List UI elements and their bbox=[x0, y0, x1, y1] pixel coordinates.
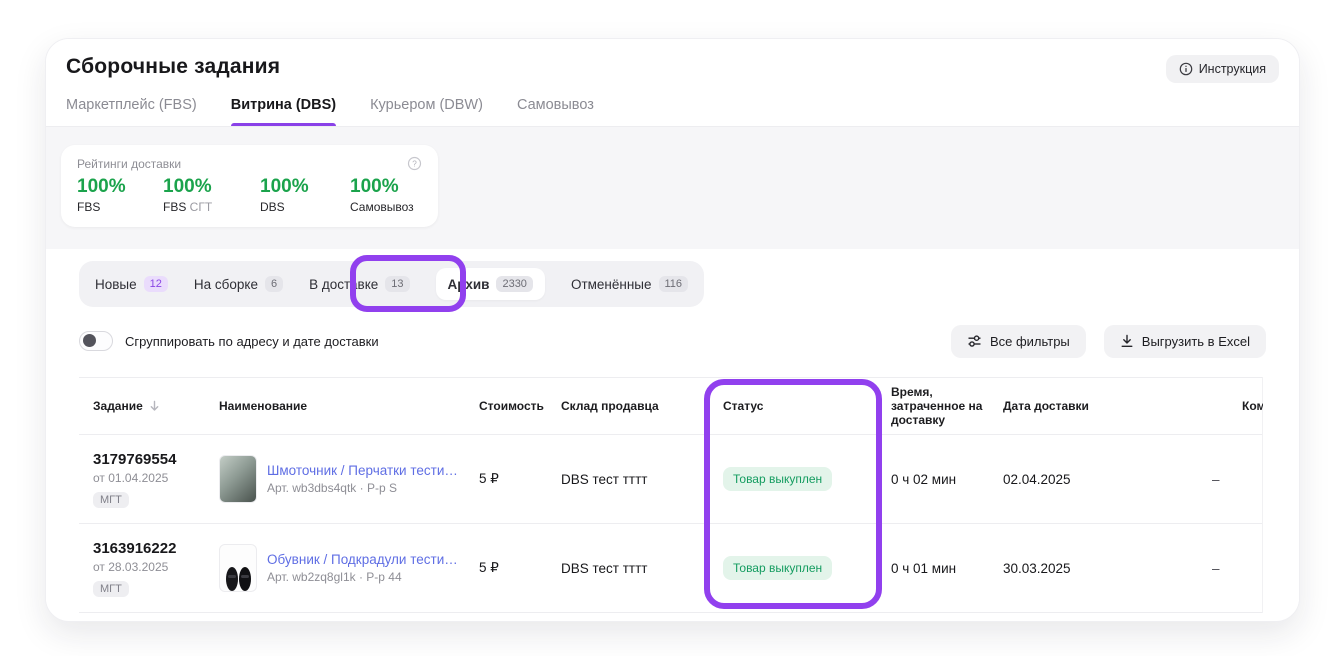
status-tab-archive[interactable]: Архив 2330 bbox=[436, 268, 545, 300]
table-row[interactable]: 3179769554 от 01.04.2025 МГТ Шмоточник /… bbox=[79, 435, 1262, 524]
status-tab-count: 13 bbox=[385, 276, 409, 292]
instruction-button-label: Инструкция bbox=[1199, 62, 1266, 76]
rating-dbs: 100% DBS bbox=[260, 176, 350, 214]
status-cell: Товар выкуплен bbox=[723, 467, 891, 491]
ratings-title: Рейтинги доставки bbox=[77, 157, 181, 171]
all-filters-button[interactable]: Все фильтры bbox=[951, 325, 1086, 358]
rating-fbs-sgt: 100% FBS СГТ bbox=[163, 176, 260, 214]
column-header-task[interactable]: Задание bbox=[79, 399, 219, 413]
comment-cell: – bbox=[1142, 472, 1263, 487]
status-tab-in-delivery[interactable]: В доставке 13 bbox=[309, 276, 409, 292]
all-filters-label: Все фильтры bbox=[990, 334, 1070, 349]
export-excel-button[interactable]: Выгрузить в Excel bbox=[1104, 325, 1266, 358]
table-toolbar: Сгруппировать по адресу и дате доставки … bbox=[79, 323, 1266, 359]
download-icon bbox=[1120, 334, 1134, 348]
column-header-warehouse[interactable]: Склад продавца bbox=[561, 399, 723, 413]
column-header-price[interactable]: Стоимость bbox=[479, 399, 561, 413]
sort-down-icon[interactable] bbox=[149, 400, 160, 412]
tab-vitrina-dbs[interactable]: Витрина (DBS) bbox=[231, 97, 336, 126]
column-header-date[interactable]: Дата доставки bbox=[1003, 399, 1142, 413]
status-tab-new[interactable]: Новые 12 bbox=[95, 276, 168, 292]
status-badge: Товар выкуплен bbox=[723, 467, 832, 491]
warehouse-cell: DBS тест тттт bbox=[561, 472, 723, 487]
task-id: 3163916222 bbox=[93, 540, 219, 557]
table-row[interactable]: 3163916222 от 28.03.2025 МГТ Обувник / П… bbox=[79, 524, 1262, 613]
rating-label: DBS bbox=[260, 200, 350, 214]
status-tab-label: Новые bbox=[95, 277, 137, 292]
rating-value: 100% bbox=[163, 176, 260, 198]
group-by-address-toggle[interactable] bbox=[79, 331, 113, 351]
rating-value: 100% bbox=[77, 176, 163, 198]
ratings-band: Рейтинги доставки ? 100% FBS 100% FBS СГ… bbox=[46, 127, 1299, 249]
tab-pickup[interactable]: Самовывоз bbox=[517, 97, 594, 126]
status-tab-label: В доставке bbox=[309, 277, 378, 292]
time-spent-cell: 0 ч 01 мин bbox=[891, 561, 1003, 576]
group-toggle-label: Сгруппировать по адресу и дате доставки bbox=[125, 334, 379, 349]
orders-section: Новые 12 На сборке 6 В доставке 13 Архив… bbox=[46, 249, 1299, 613]
rating-value: 100% bbox=[350, 176, 414, 198]
export-excel-label: Выгрузить в Excel bbox=[1142, 334, 1250, 349]
task-id: 3179769554 bbox=[93, 451, 219, 468]
order-status-tabs: Новые 12 На сборке 6 В доставке 13 Архив… bbox=[79, 261, 704, 307]
status-tab-cancelled[interactable]: Отменённые 116 bbox=[571, 276, 688, 292]
instruction-button[interactable]: Инструкция bbox=[1166, 55, 1279, 83]
product-link[interactable]: Шмоточник / Перчатки тести… bbox=[267, 463, 458, 478]
column-header-status[interactable]: Статус bbox=[723, 399, 891, 413]
task-date: от 28.03.2025 bbox=[93, 560, 219, 574]
rating-label: Самовывоз bbox=[350, 200, 414, 214]
status-tab-count: 2330 bbox=[496, 276, 532, 292]
status-tab-label: На сборке bbox=[194, 277, 258, 292]
rating-pickup: 100% Самовывоз bbox=[350, 176, 414, 214]
time-spent-cell: 0 ч 02 мин bbox=[891, 472, 1003, 487]
task-cell: 3163916222 от 28.03.2025 МГТ bbox=[79, 540, 219, 597]
status-tab-label: Отменённые bbox=[571, 277, 652, 292]
column-header-name[interactable]: Наименование bbox=[219, 399, 479, 413]
rating-fbs: 100% FBS bbox=[77, 176, 163, 214]
orders-table: Задание Наименование Стоимость Склад про… bbox=[79, 377, 1263, 613]
rating-label: FBS bbox=[77, 200, 163, 214]
help-icon[interactable]: ? bbox=[407, 156, 422, 171]
comment-cell: – bbox=[1142, 561, 1263, 576]
filters-icon bbox=[967, 334, 982, 348]
status-tab-count: 6 bbox=[265, 276, 283, 292]
status-cell: Товар выкуплен bbox=[723, 556, 891, 580]
rating-value: 100% bbox=[260, 176, 350, 198]
status-badge: Товар выкуплен bbox=[723, 556, 832, 580]
page: Сборочные задания Инструкция Маркетплейс… bbox=[0, 0, 1344, 656]
task-tag-badge: МГТ bbox=[93, 492, 129, 508]
tab-courier-dbw[interactable]: Курьером (DBW) bbox=[370, 97, 483, 126]
page-title: Сборочные задания bbox=[66, 55, 280, 79]
delivery-date-cell: 02.04.2025 bbox=[1003, 472, 1142, 487]
warehouse-cell: DBS тест тттт bbox=[561, 561, 723, 576]
price-cell: 5 ₽ bbox=[479, 471, 561, 487]
task-date: от 01.04.2025 bbox=[93, 471, 219, 485]
product-article: Арт. wb3dbs4qtk · Р-р S bbox=[267, 481, 458, 495]
status-tab-assembling[interactable]: На сборке 6 bbox=[194, 276, 283, 292]
svg-text:?: ? bbox=[412, 159, 417, 168]
product-cell: Обувник / Подкрадули тестир… Арт. wb2zq8… bbox=[219, 544, 479, 592]
status-tab-label: Архив bbox=[448, 277, 490, 292]
product-thumbnail bbox=[219, 544, 257, 592]
column-header-comment[interactable]: Комментарий bbox=[1142, 399, 1263, 413]
status-tab-count: 12 bbox=[144, 276, 168, 292]
product-article: Арт. wb2zq8gl1k · Р-р 44 bbox=[267, 570, 463, 584]
product-link[interactable]: Обувник / Подкрадули тестир… bbox=[267, 552, 463, 567]
table-header-row: Задание Наименование Стоимость Склад про… bbox=[79, 377, 1262, 435]
toggle-knob bbox=[83, 334, 96, 347]
product-cell: Шмоточник / Перчатки тести… Арт. wb3dbs4… bbox=[219, 455, 479, 503]
task-tag-badge: МГТ bbox=[93, 581, 129, 597]
status-tab-count: 116 bbox=[659, 276, 689, 292]
delivery-date-cell: 30.03.2025 bbox=[1003, 561, 1142, 576]
assembly-tasks-panel: Сборочные задания Инструкция Маркетплейс… bbox=[45, 38, 1300, 622]
delivery-ratings-card: Рейтинги доставки ? 100% FBS 100% FBS СГ… bbox=[61, 145, 438, 227]
product-thumbnail bbox=[219, 455, 257, 503]
info-icon bbox=[1179, 62, 1193, 76]
delivery-type-tabs: Маркетплейс (FBS) Витрина (DBS) Курьером… bbox=[66, 97, 1279, 126]
tab-marketplace-fbs[interactable]: Маркетплейс (FBS) bbox=[66, 97, 197, 126]
rating-label: FBS СГТ bbox=[163, 200, 260, 214]
task-cell: 3179769554 от 01.04.2025 МГТ bbox=[79, 451, 219, 508]
panel-header: Сборочные задания Инструкция Маркетплейс… bbox=[46, 39, 1299, 127]
column-header-time[interactable]: Время, затраченное на доставку bbox=[891, 385, 1003, 427]
price-cell: 5 ₽ bbox=[479, 560, 561, 576]
